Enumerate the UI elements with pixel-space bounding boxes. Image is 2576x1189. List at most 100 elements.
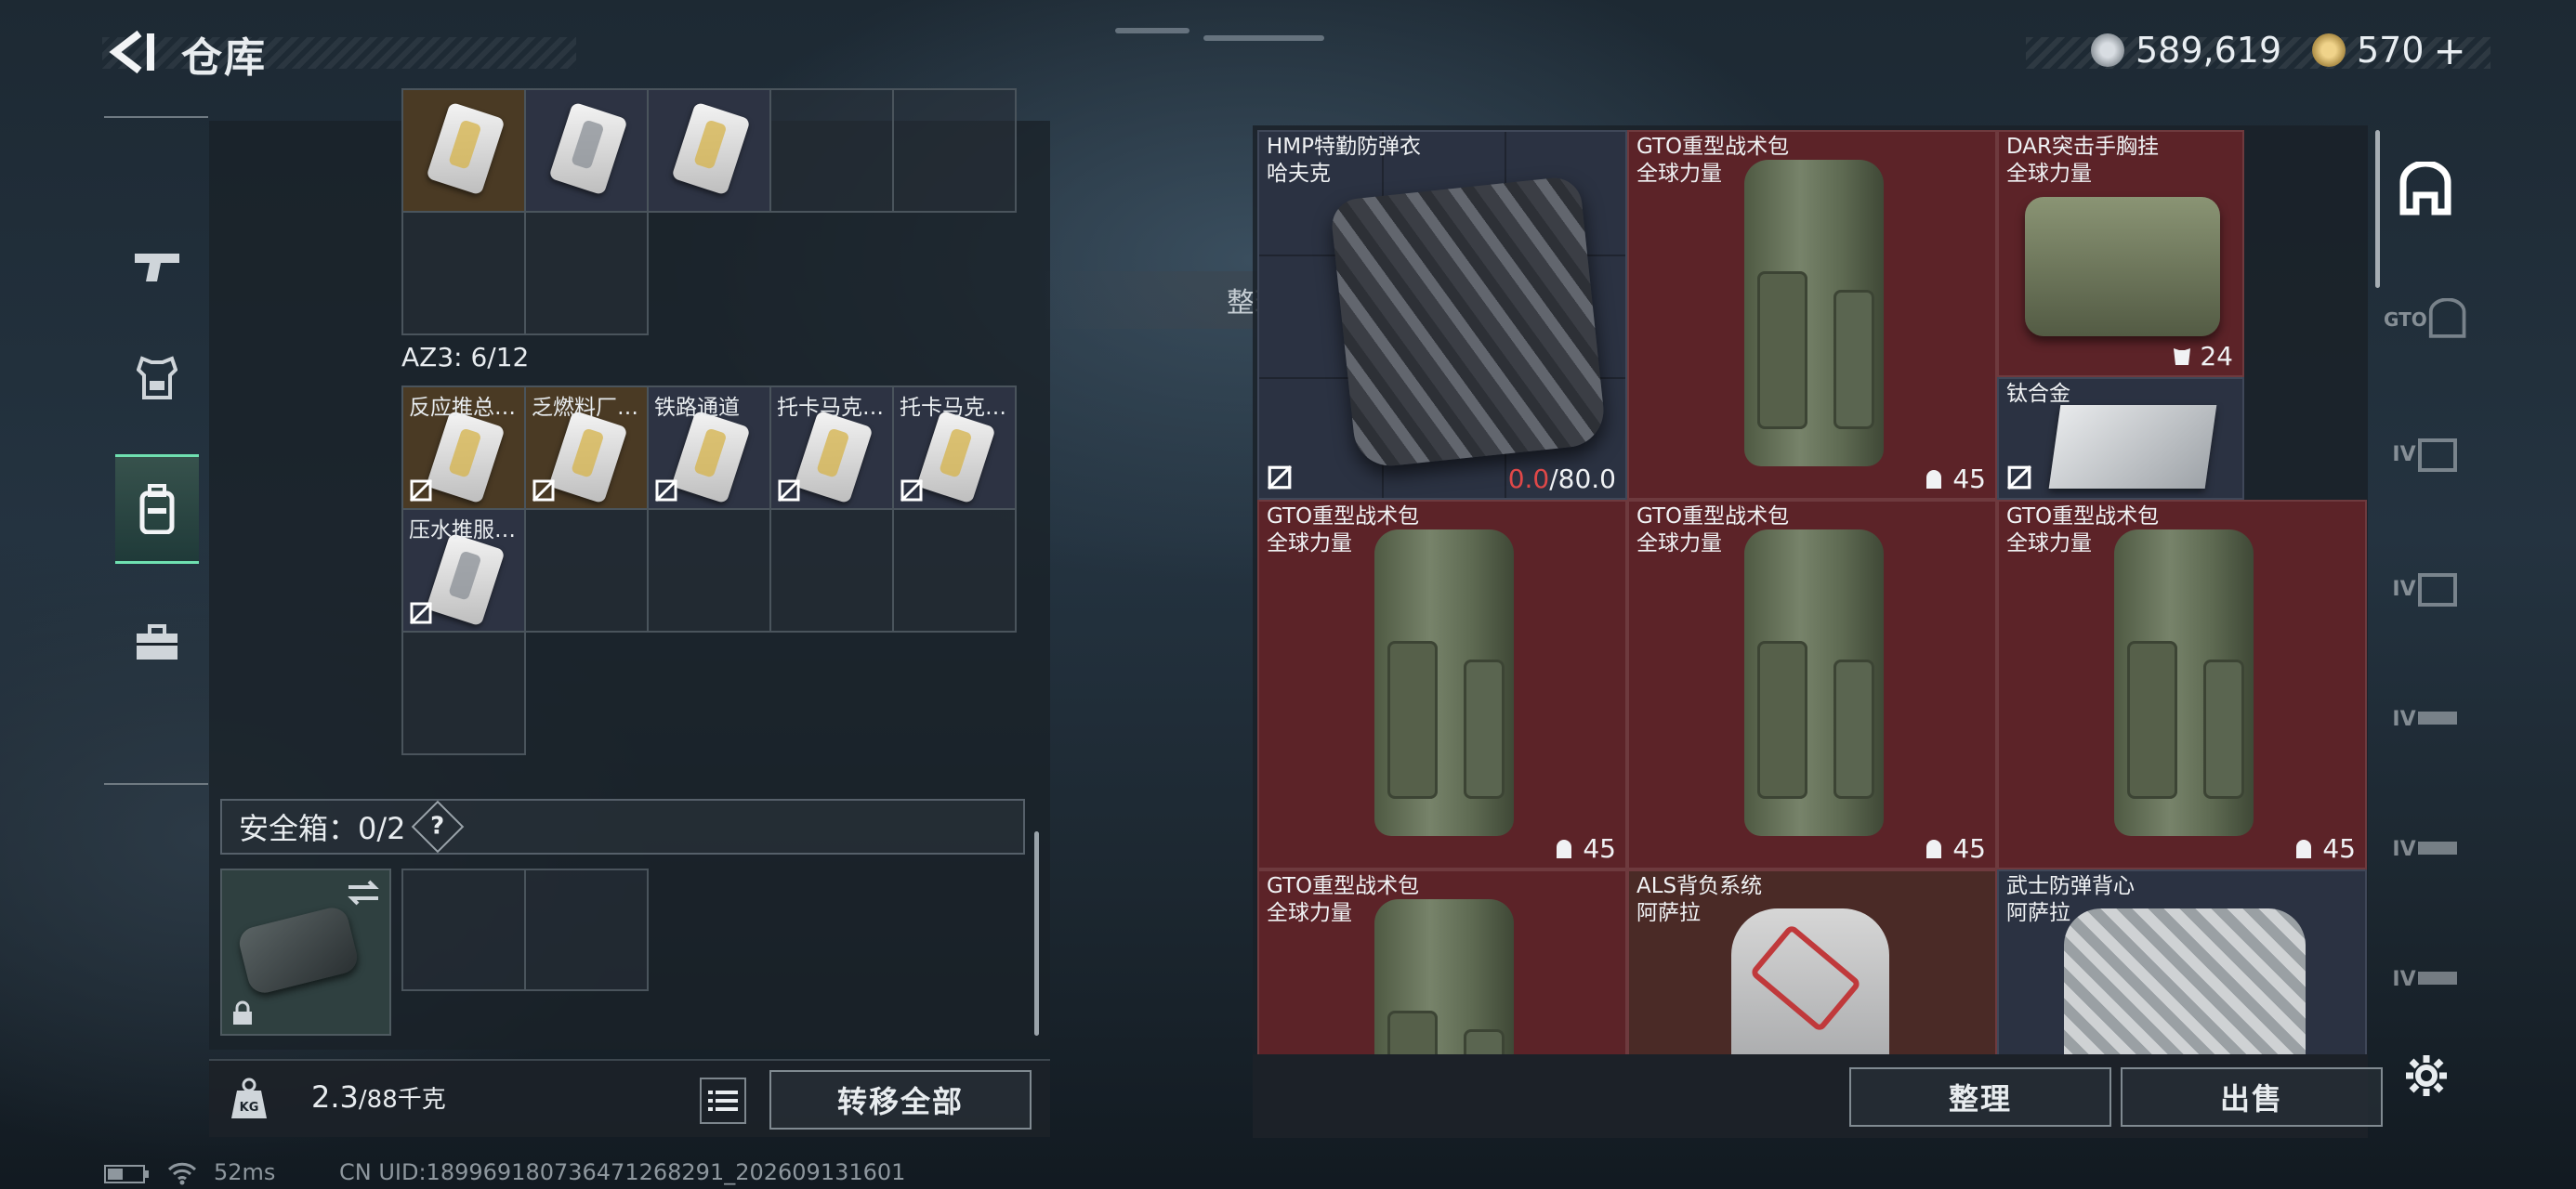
weight-current: 2.3 (311, 1079, 359, 1115)
backpack-item-titanium[interactable]: 钛合金 (1997, 377, 2244, 500)
swap-icon[interactable] (345, 878, 382, 908)
stash-grid-top (401, 88, 1017, 335)
capacity-icon (1926, 839, 1942, 858)
gold-currency[interactable]: 570 + (2312, 26, 2466, 74)
nav-backpack[interactable] (115, 454, 199, 564)
tier-label: IV (2392, 442, 2416, 466)
stash-item[interactable]: 托卡马克… (771, 387, 894, 510)
ceiling-light (1115, 28, 1189, 33)
equip-tab[interactable]: IV (2384, 794, 2467, 904)
stash-item[interactable]: 托卡马克… (894, 387, 1017, 510)
sell-button[interactable]: 出售 (2121, 1067, 2383, 1127)
stash-scrollbar[interactable] (1034, 831, 1039, 1036)
safebox-slots (401, 869, 649, 991)
safebox-case[interactable] (220, 869, 391, 1036)
stash-item[interactable]: 铁路通道 (649, 387, 771, 510)
no-trade-icon (900, 478, 924, 503)
silver-currency: 589,619 (2091, 26, 2281, 74)
list-view-button[interactable] (700, 1078, 746, 1124)
stash-cell[interactable] (526, 510, 649, 633)
container-grid: 反应推总… 乏燃料厂… 铁路通道 托卡马克… 托卡马克… 压水推服… (401, 385, 1017, 755)
nav-armor[interactable] (115, 327, 199, 429)
no-trade-icon (532, 478, 556, 503)
tier-label: IV (2392, 707, 2416, 731)
no-trade-icon (777, 478, 801, 503)
stash-cell[interactable] (894, 90, 1017, 213)
tier-label: IV (2392, 577, 2416, 601)
capacity-readout: 45 (2293, 833, 2356, 864)
no-trade-icon (2007, 465, 2031, 490)
stash-cell[interactable] (649, 90, 771, 213)
weight-icon-label: KG (240, 1101, 259, 1115)
backpack-grid: HMP特勤防弹衣 哈夫克 0.0/80.0 GTO重型战术包 全球力量 45 DAR… (1257, 130, 2368, 1054)
silver-amount: 589,619 (2136, 30, 2282, 71)
capacity-icon (1926, 469, 1942, 489)
capacity-readout: 45 (1923, 464, 1986, 494)
backpack-item-bag[interactable]: GTO重型战术包 全球力量 45 (1997, 500, 2367, 869)
backpack-scrollbar[interactable] (2375, 130, 2380, 288)
item-name: DAR突击手胸挂 全球力量 (2006, 135, 2160, 186)
backpack-item-chest-rig[interactable]: DAR突击手胸挂 全球力量 24 (1997, 130, 2244, 377)
title-strip (102, 37, 576, 69)
backpack-item-bag[interactable]: GTO重型战术包 全球力量 45 (1627, 500, 1997, 869)
stash-cell[interactable] (526, 90, 649, 213)
stash-cell[interactable] (771, 90, 894, 213)
item-label: 反应推总… (409, 396, 516, 420)
stash-cell[interactable] (403, 633, 526, 755)
weapons-icon (135, 254, 179, 281)
weapon-slot-icon (2417, 972, 2457, 985)
tier-label: IV (2392, 837, 2416, 861)
chest-rig-slot-icon (2417, 438, 2457, 472)
capacity-readout: 45 (1923, 833, 1986, 864)
container-label: AZ3: 6/12 (401, 342, 530, 372)
capacity-readout: 24 (2172, 341, 2233, 372)
item-name: GTO重型战术包 全球力量 (1636, 135, 1790, 186)
stash-cell[interactable] (526, 213, 649, 335)
stash-cell[interactable] (649, 510, 771, 633)
equip-tab[interactable]: IV (2384, 924, 2467, 1034)
armor-image (1329, 175, 1608, 470)
backpack-item-vest[interactable]: 武士防弹背心 阿萨拉 (1997, 869, 2367, 1054)
help-button[interactable]: ? (411, 800, 464, 854)
no-trade-icon (654, 478, 678, 503)
item-name: HMP特勤防弹衣 哈夫克 (1267, 135, 1422, 186)
home-icon (2399, 162, 2451, 216)
equip-tab-all[interactable] (2384, 135, 2467, 244)
backpack-item-bag[interactable]: GTO重型战术包 全球力量 45 (1257, 500, 1627, 869)
backpack-item-bag[interactable]: GTO重型战术包 全球力量 (1257, 869, 1627, 1054)
page-title: 仓库 (181, 34, 267, 82)
uid-text: CN UID:1899691807364712682​91_2026091316… (339, 1159, 906, 1185)
add-gold-icon[interactable]: + (2434, 28, 2466, 73)
weight-icon: KG (231, 1078, 267, 1118)
stash-cell[interactable] (771, 510, 894, 633)
durability-readout: 0.0/80.0 (1507, 464, 1616, 494)
titanium-image (2048, 405, 2217, 489)
back-arrow-icon[interactable] (102, 26, 158, 78)
backpack-item-armor[interactable]: HMP特勤防弹衣 哈夫克 0.0/80.0 (1257, 130, 1627, 500)
stash-cell[interactable] (403, 90, 526, 213)
equip-tab[interactable]: IV (2384, 534, 2467, 644)
backpack-footer: 整理 出售 (1253, 1054, 2383, 1138)
list-icon (708, 1091, 738, 1111)
settings-gear-icon[interactable] (2403, 1052, 2450, 1099)
battery-icon (104, 1165, 149, 1183)
stash-item[interactable]: 反应推总… (403, 387, 526, 510)
transfer-all-button[interactable]: 转移全部 (769, 1070, 1032, 1130)
organize-button[interactable]: 整理 (1849, 1067, 2111, 1127)
stash-cell[interactable] (894, 510, 1017, 633)
nav-toolbox[interactable] (115, 592, 199, 694)
stash-item[interactable]: 压水推服… (403, 510, 526, 633)
backpack-item-carrier[interactable]: ALS背负系统 阿萨拉 (1627, 869, 1997, 1054)
equip-tab[interactable]: IV (2384, 664, 2467, 774)
equip-tab[interactable]: IV (2384, 399, 2467, 509)
safebox-slot[interactable] (403, 870, 526, 991)
weight-max: /88千克 (358, 1086, 446, 1114)
stash-item[interactable]: 乏燃料厂… (526, 387, 649, 510)
equip-tab[interactable]: GTO (2384, 265, 2467, 374)
backpack-item-bag[interactable]: GTO重型战术包 全球力量 45 (1627, 130, 1997, 500)
nav-weapons[interactable] (115, 216, 199, 318)
stash-cell[interactable] (403, 213, 526, 335)
safebox-slot[interactable] (526, 870, 649, 991)
item-name: GTO重型战术包 全球力量 (2006, 504, 2160, 555)
item-label: 乏燃料厂… (532, 396, 638, 420)
